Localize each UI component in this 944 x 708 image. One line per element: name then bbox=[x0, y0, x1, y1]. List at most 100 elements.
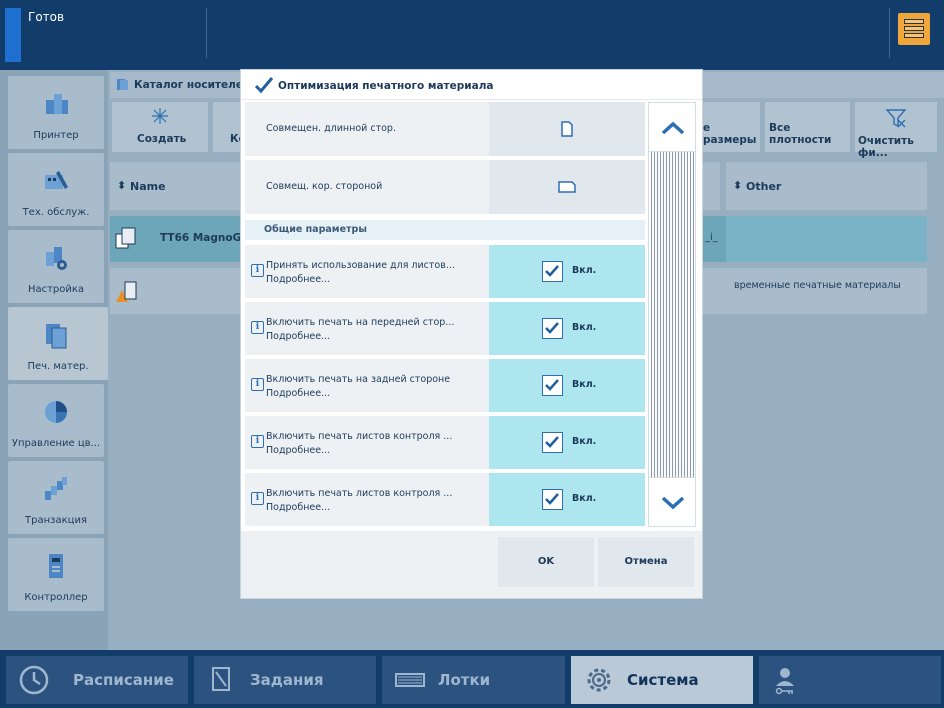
sidebar-item-transaction[interactable]: Транзакция bbox=[8, 461, 104, 534]
ok-button[interactable]: OK bbox=[498, 537, 594, 587]
details-link[interactable]: Подробнее... bbox=[266, 274, 330, 285]
enable-checkbox[interactable] bbox=[542, 261, 563, 282]
details-link[interactable]: Подробнее... bbox=[266, 331, 330, 342]
sidebar-item-printer[interactable]: Принтер bbox=[8, 76, 104, 149]
setting-value[interactable]: Вкл. bbox=[489, 359, 645, 412]
section-header: Общие параметры bbox=[245, 220, 645, 240]
info-icon[interactable]: i bbox=[251, 492, 264, 505]
orientation-value[interactable] bbox=[489, 102, 645, 156]
orientation-row-short-edge[interactable]: Совмещ. кор. стороной bbox=[245, 160, 645, 214]
column-header-other[interactable]: ⬍ Other bbox=[726, 162, 927, 210]
warning-icon bbox=[116, 281, 137, 302]
info-icon[interactable]: i bbox=[251, 264, 264, 277]
sidebar-item-maintenance[interactable]: Тех. обслуж. bbox=[8, 153, 104, 226]
setting-row[interactable]: i Включить печать листов контроля ... По… bbox=[245, 473, 645, 526]
scroll-down-button[interactable] bbox=[648, 477, 696, 527]
all-sizes-label: е размеры bbox=[703, 122, 757, 146]
enable-checkbox[interactable] bbox=[542, 489, 563, 510]
cell-text: _i_ bbox=[705, 232, 718, 243]
media-name: TT66 MagnoGlo bbox=[160, 232, 253, 244]
queue-stack-icon[interactable] bbox=[898, 13, 930, 45]
column-header-name[interactable]: ⬍ Name bbox=[110, 162, 241, 210]
toolbar-button[interactable]: Ко bbox=[213, 102, 246, 152]
tab-label: Система bbox=[627, 671, 699, 689]
setting-row[interactable]: i Принять использование для листов... По… bbox=[245, 245, 645, 298]
create-label: Создать bbox=[137, 133, 187, 145]
setting-title: Принять использование для листов... bbox=[266, 260, 455, 271]
info-icon[interactable]: i bbox=[251, 321, 264, 334]
controller-icon bbox=[49, 554, 63, 578]
setting-value[interactable]: Вкл. bbox=[489, 302, 645, 355]
setting-value[interactable]: Вкл. bbox=[489, 473, 645, 526]
top-divider bbox=[889, 8, 890, 58]
sidebar-item-settings[interactable]: Настройка bbox=[8, 230, 104, 303]
top-divider bbox=[206, 8, 207, 58]
scrollbar-track[interactable] bbox=[648, 102, 696, 527]
details-link[interactable]: Подробнее... bbox=[266, 445, 330, 456]
create-button[interactable]: Создать bbox=[112, 102, 208, 152]
sidebar-item-label: Тех. обслуж. bbox=[22, 207, 90, 218]
table-cell bbox=[726, 216, 927, 262]
clear-filter-icon bbox=[885, 109, 907, 128]
dialog-title: Оптимизация печатного материала bbox=[278, 80, 494, 92]
value-label: Вкл. bbox=[572, 265, 597, 276]
all-weights-button[interactable]: Все плотности bbox=[765, 102, 850, 152]
tab-schedule[interactable]: Расписание bbox=[6, 656, 188, 704]
cancel-button[interactable]: Отмена bbox=[598, 537, 694, 587]
tab-user[interactable] bbox=[759, 656, 941, 704]
setting-value[interactable]: Вкл. bbox=[489, 245, 645, 298]
setting-row[interactable]: i Включить печать листов контроля ... По… bbox=[245, 416, 645, 469]
sidebar-item-label: Контроллер bbox=[24, 592, 88, 603]
checkmark-icon bbox=[545, 265, 559, 277]
cell-text: временные печатные материалы bbox=[734, 280, 901, 291]
column-header[interactable] bbox=[702, 162, 720, 210]
status-indicator bbox=[5, 8, 21, 62]
status-text: Готов bbox=[28, 10, 65, 24]
clear-filter-label: Очистить фи... bbox=[858, 135, 914, 159]
catalog-icon bbox=[117, 79, 128, 90]
transaction-icon bbox=[45, 477, 67, 500]
sidebar-item-label: Управление цв... bbox=[11, 438, 101, 449]
sidebar-item-controller[interactable]: Контроллер bbox=[8, 538, 104, 611]
setting-row[interactable]: i Включить печать на задней стороне Подр… bbox=[245, 359, 645, 412]
media-optimization-dialog: Оптимизация печатного материала Совмещен… bbox=[241, 70, 702, 598]
details-link[interactable]: Подробнее... bbox=[266, 502, 330, 513]
sidebar-item-label: Настройка bbox=[27, 284, 85, 295]
sort-icon: ⬍ bbox=[117, 179, 127, 192]
info-icon[interactable]: i bbox=[251, 435, 264, 448]
enable-checkbox[interactable] bbox=[542, 432, 563, 453]
setting-value[interactable]: Вкл. bbox=[489, 416, 645, 469]
tab-system[interactable]: Система bbox=[571, 656, 753, 704]
landscape-page-icon bbox=[558, 181, 576, 193]
tab-label: Расписание bbox=[73, 671, 174, 689]
info-icon[interactable]: i bbox=[251, 378, 264, 391]
enable-checkbox[interactable] bbox=[542, 375, 563, 396]
checkmark-icon bbox=[545, 493, 559, 505]
orientation-value[interactable] bbox=[489, 160, 645, 214]
sparkle-icon bbox=[152, 108, 168, 124]
checkmark-icon bbox=[545, 436, 559, 448]
checkmark-icon bbox=[545, 379, 559, 391]
sidebar-item-color-management[interactable]: Управление цв... bbox=[8, 384, 104, 457]
section-title: Общие параметры bbox=[264, 224, 367, 235]
clear-filter-button[interactable]: Очистить фи... bbox=[855, 102, 937, 159]
maintenance-icon bbox=[45, 171, 68, 189]
tab-label: Задания bbox=[250, 671, 324, 689]
value-label: Вкл. bbox=[572, 436, 597, 447]
setting-row[interactable]: i Включить печать на передней стор... По… bbox=[245, 302, 645, 355]
option-label: Совмещ. кор. стороной bbox=[266, 181, 383, 192]
tab-trays[interactable]: Лотки bbox=[382, 656, 565, 704]
column-other-label: Other bbox=[746, 180, 782, 193]
checkmark-icon bbox=[545, 322, 559, 334]
tab-jobs[interactable]: Задания bbox=[194, 656, 376, 704]
sidebar-item-media[interactable]: Печ. матер. bbox=[8, 307, 108, 380]
all-sizes-button[interactable]: е размеры bbox=[702, 102, 760, 152]
orientation-row-long-edge[interactable]: Совмещен. длинной стор. bbox=[245, 102, 645, 156]
tab-label: Лотки bbox=[438, 671, 491, 689]
settings-icon bbox=[46, 247, 67, 270]
scroll-up-button[interactable] bbox=[648, 102, 696, 152]
sidebar-item-label: Транзакция bbox=[25, 515, 87, 526]
enable-checkbox[interactable] bbox=[542, 318, 563, 339]
details-link[interactable]: Подробнее... bbox=[266, 388, 330, 399]
sort-icon: ⬍ bbox=[733, 179, 743, 192]
